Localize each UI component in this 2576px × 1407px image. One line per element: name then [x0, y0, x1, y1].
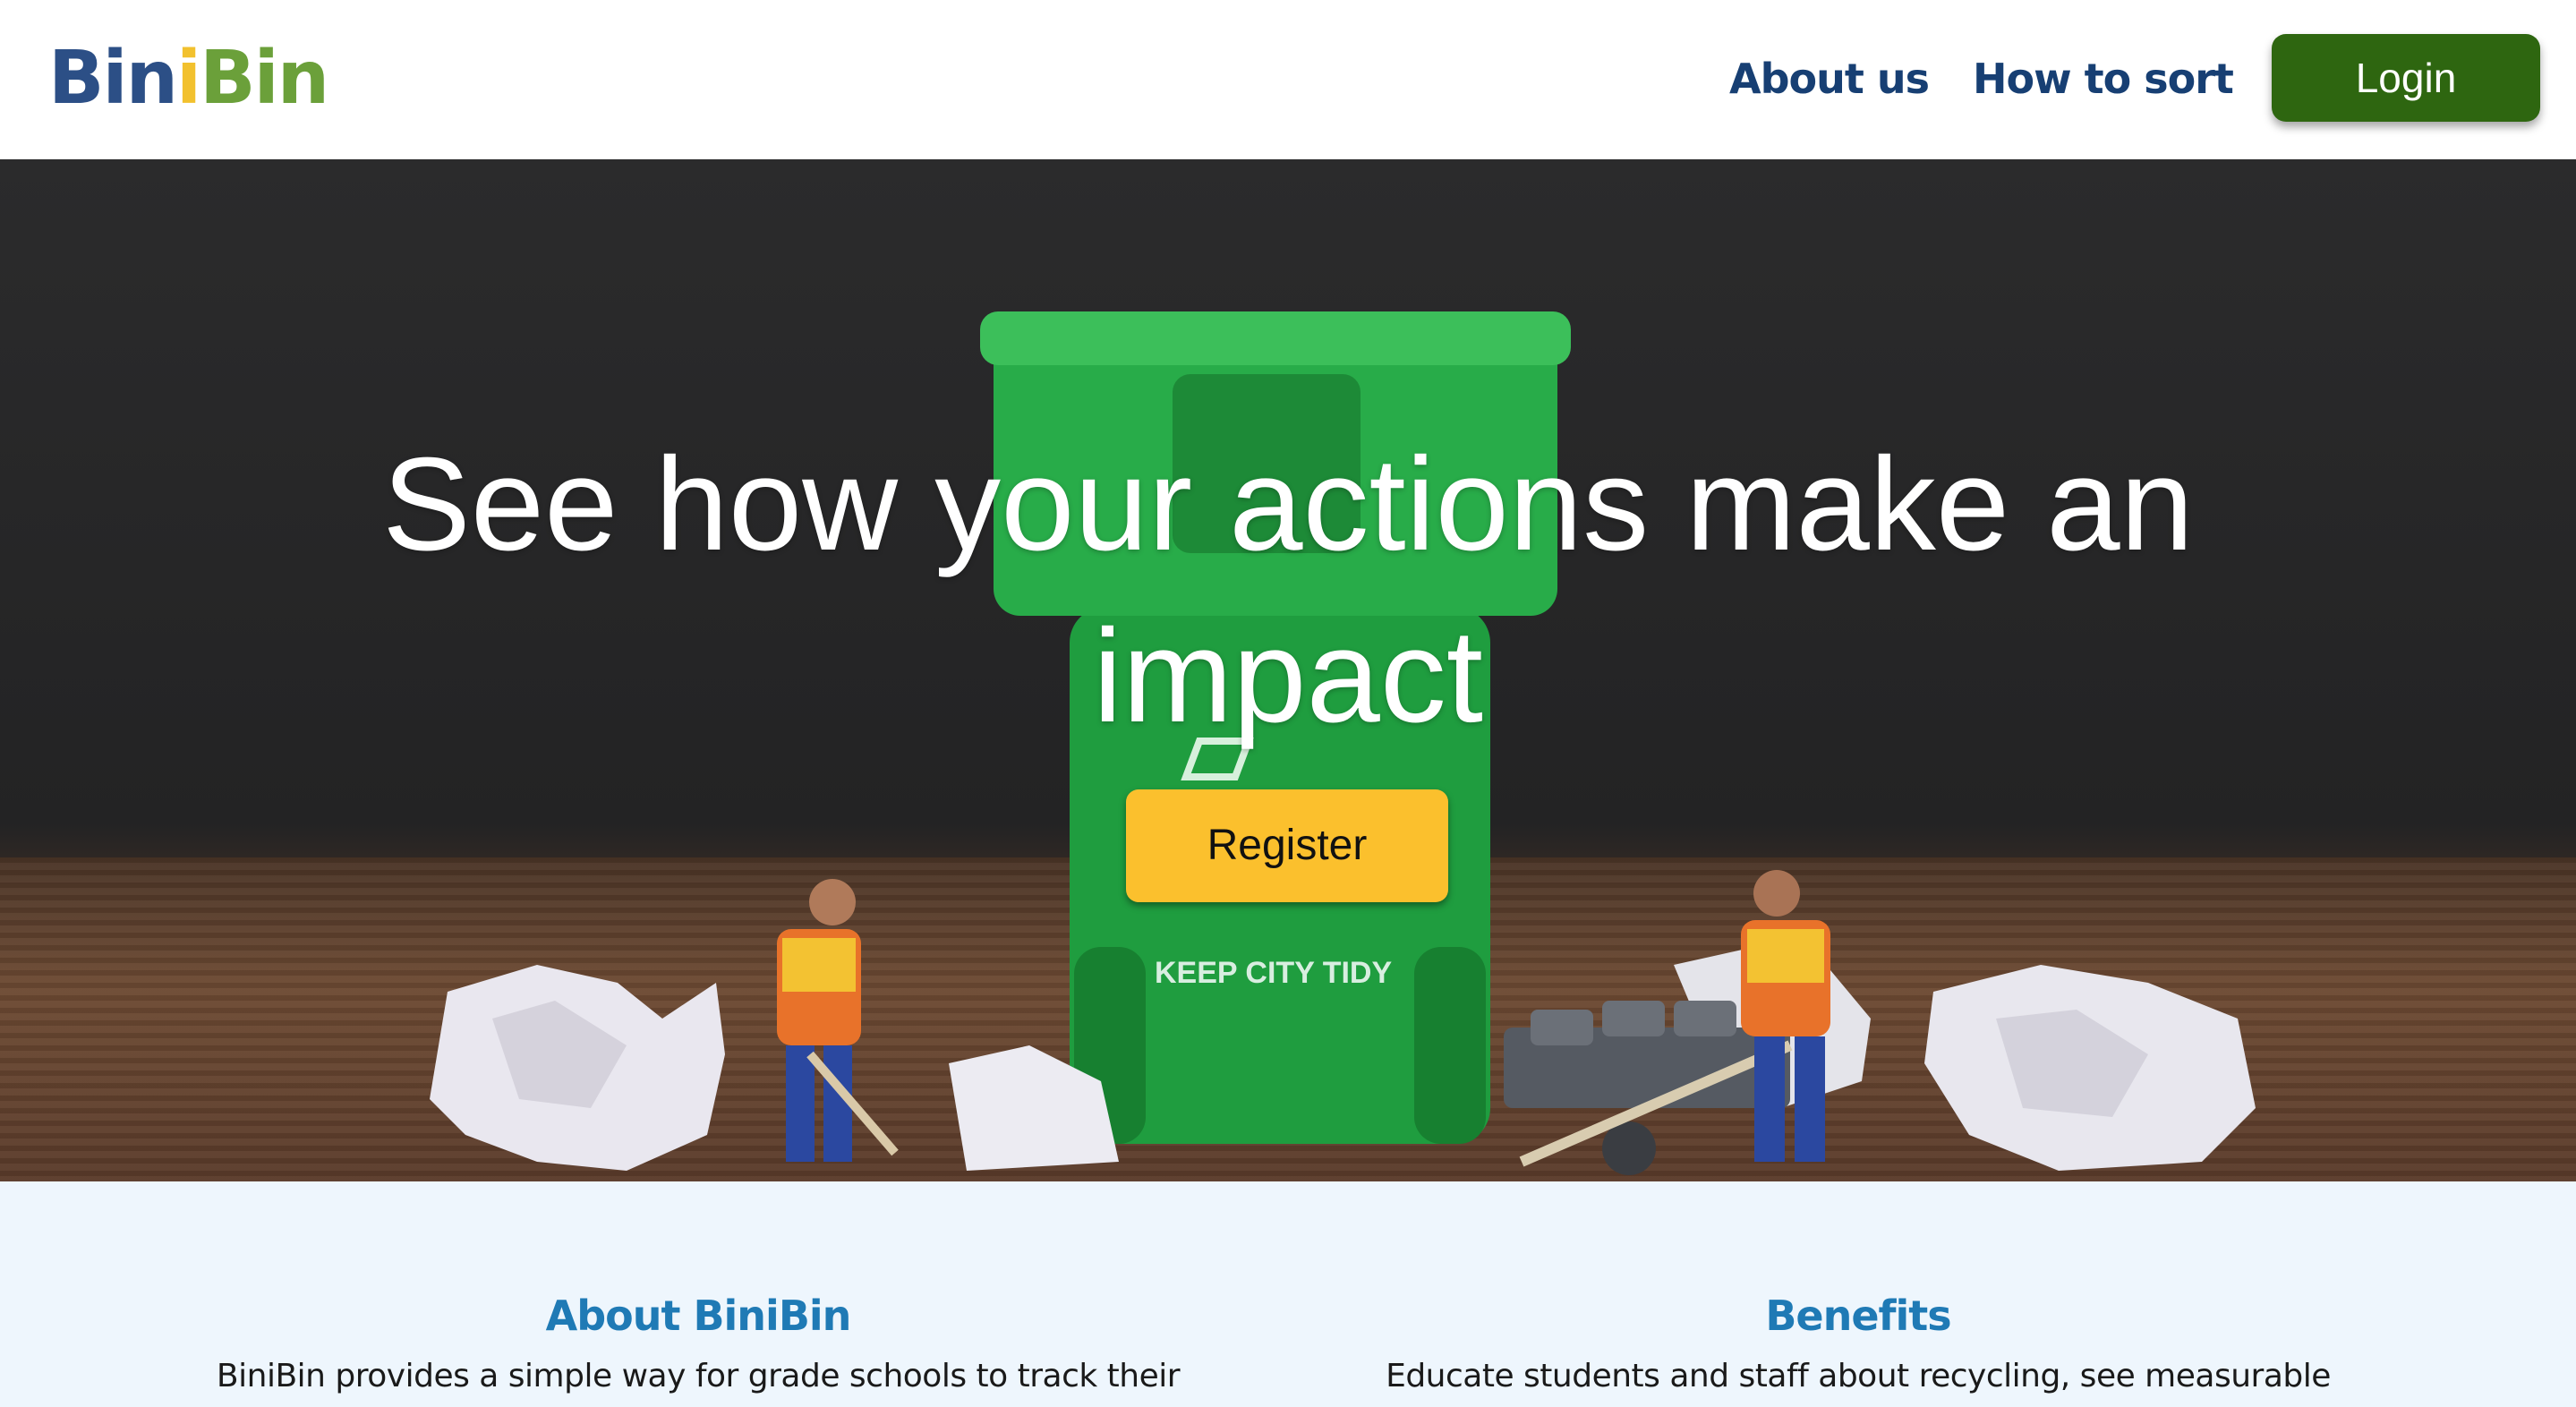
info-section: About BiniBin BiniBin provides a simple … [0, 1181, 2576, 1407]
benefits-column: Benefits Educate students and staff abou… [1276, 1289, 2440, 1398]
benefits-text: Educate students and staff about recycli… [1386, 1358, 2331, 1394]
worker-figure-left [777, 879, 899, 1162]
page: BiniBin About us How to sort Login KEEP … [0, 0, 2576, 1407]
crumpled-paper-left [430, 965, 1119, 1171]
hero-title: See how your actions make an impact [382, 431, 2194, 750]
nav-about-us[interactable]: About us [1729, 52, 1930, 106]
benefits-heading: Benefits [1765, 1292, 1951, 1340]
logo-part-2: Bin [200, 36, 329, 121]
about-heading: About BiniBin [545, 1292, 852, 1340]
login-button[interactable]: Login [2272, 34, 2540, 122]
about-column: About BiniBin BiniBin provides a simple … [116, 1289, 1280, 1398]
register-button[interactable]: Register [1126, 789, 1448, 902]
nav-how-to-sort[interactable]: How to sort [1973, 52, 2234, 106]
about-text: BiniBin provides a simple way for grade … [216, 1358, 1181, 1394]
logo-part-1: Bin [48, 36, 178, 121]
binibin-logo[interactable]: BiniBin [48, 41, 329, 116]
hero-section: KEEP CITY TIDY See how your actions make… [0, 159, 2576, 1181]
site-header: BiniBin About us How to sort Login [0, 0, 2576, 160]
bin-keep-city-tidy: KEEP CITY TIDY [1155, 956, 1392, 990]
worker-figure-right [1741, 870, 1830, 1162]
logo-dot-letter: i [176, 36, 201, 121]
